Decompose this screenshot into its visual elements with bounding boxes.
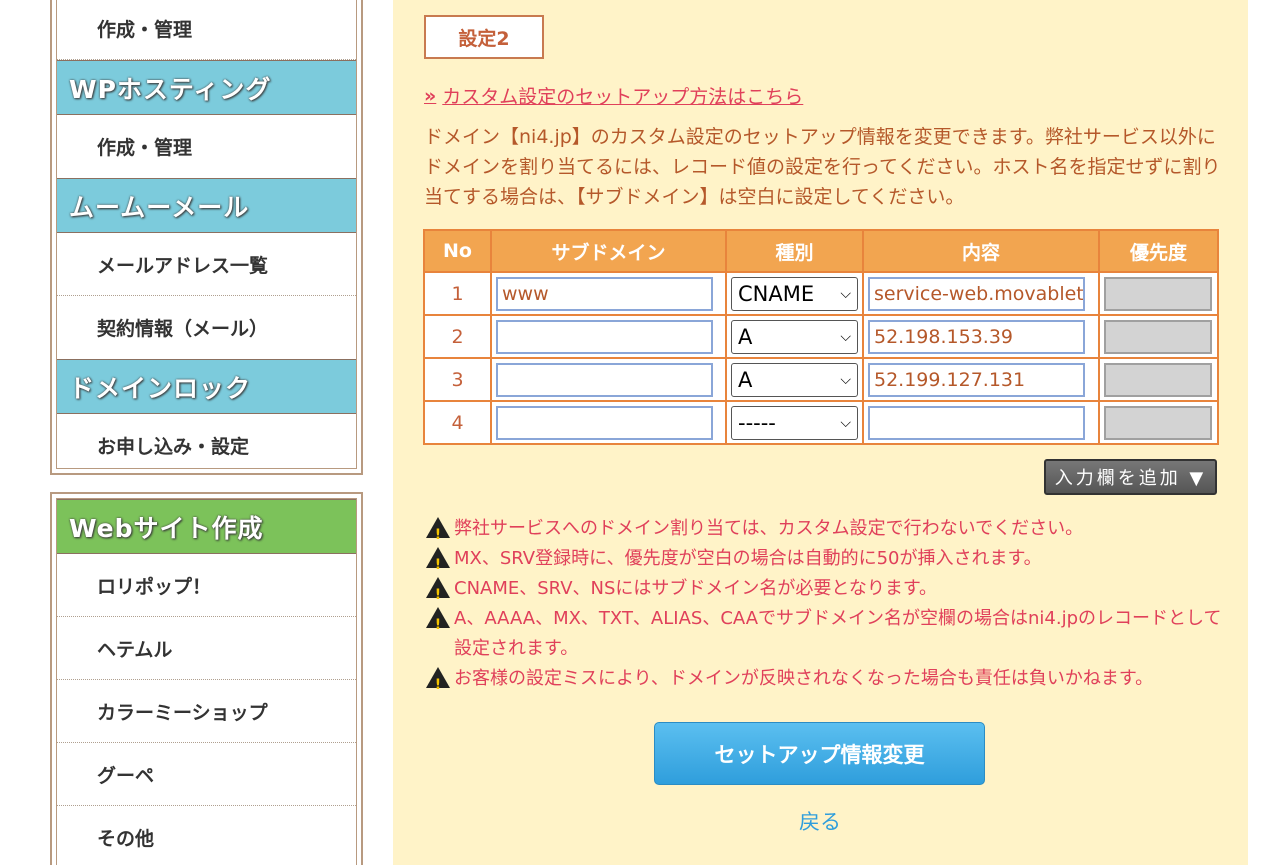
table-row: 1 www CNAME ⌵ service-web.movablet [423,271,1219,316]
priority-input[interactable] [1104,405,1212,440]
setup-guide-link[interactable]: » カスタム設定のセットアップ方法はこちら [424,82,803,109]
sidebar-item-mail-address-list[interactable]: メールアドレス一覧 [57,233,356,296]
sidebar-heading-muumuu-mail: ムームーメール [57,178,356,233]
sidebar-item-wp-create-manage[interactable]: 作成・管理 [57,115,356,178]
sidebar-item-heteml[interactable]: ヘテムル [57,617,356,680]
subdomain-input[interactable] [496,362,713,397]
content-input[interactable] [868,405,1085,440]
content-cell: 52.199.127.131 [862,357,1100,402]
row-number: 4 [423,400,492,445]
warning-note: CNAME、SRV、NSにはサブドメイン名が必要となります。 [426,574,1226,610]
sidebar-item-goope[interactable]: グーペ [57,743,356,806]
table-row: 3 A ⌵ 52.199.127.131 [423,357,1219,402]
warning-note-text: 弊社サービスへのドメイン割り当ては、カスタム設定で行わないでください。 [454,518,1084,539]
sidebar-heading-wp-hosting: WPホスティング [57,60,356,115]
warning-note: お客様の設定ミスにより、ドメインが反映されなくなった場合も責任は負いかねます。 [426,664,1226,700]
sidebar-item-mail-contract[interactable]: 契約情報（メール） [57,296,356,359]
chevron-down-icon: ⌵ [840,414,851,431]
priority-cell [1098,271,1219,316]
back-link[interactable]: 戻る [799,806,841,836]
priority-cell [1098,400,1219,445]
header-no: No [423,229,492,273]
warning-note: A、AAAA、MX、TXT、ALIAS、CAAでサブドメイン名が空欄の場合はni… [426,604,1226,664]
header-type: 種別 [725,229,864,273]
setting-label: 設定2 [424,15,544,59]
double-chevron-right-icon: » [424,84,437,107]
add-input-row-button[interactable]: 入力欄を追加 ▼ [1044,459,1217,495]
content-input[interactable]: 52.198.153.39 [868,319,1085,354]
sidebar-inner: 作成・管理 WPホスティング 作成・管理 ムームーメール メールアドレス一覧 契… [56,0,357,469]
dns-record-table: No サブドメイン 種別 内容 優先度 1 www CNAME ⌵ service… [423,229,1219,445]
setup-guide-link-text[interactable]: カスタム設定のセットアップ方法はこちら [442,82,803,109]
sidebar-item-other[interactable]: その他 [57,806,356,865]
warning-notes: 弊社サービスへのドメイン割り当ては、カスタム設定で行わないでください。 MX、S… [426,514,1226,700]
warning-note-text: お客様の設定ミスにより、ドメインが反映されなくなった場合も責任は負いかねます。 [454,668,1154,689]
sidebar-item-lolipop[interactable]: ロリポップ！ [57,554,356,617]
sidebar-box-website: Webサイト作成 ロリポップ！ ヘテムル カラーミーショップ グーペ その他 [50,492,363,865]
subdomain-input[interactable]: www [496,276,713,311]
warning-icon [426,547,450,580]
row-number: 2 [423,314,492,359]
subdomain-cell [490,357,727,402]
subdomain-cell [490,400,727,445]
sidebar-item-domain-lock-apply[interactable]: お申し込み・設定 [57,414,356,468]
warning-icon [426,577,450,610]
description-text: ドメイン【ni4.jp】のカスタム設定のセットアップ情報を変更できます。弊社サー… [424,126,1221,208]
sidebar-inner-website: Webサイト作成 ロリポップ！ ヘテムル カラーミーショップ グーペ その他 [56,498,357,865]
content-cell: service-web.movablet [862,271,1100,316]
type-select-value: CNAME [738,281,815,306]
sidebar-item-create-manage[interactable]: 作成・管理 [57,0,356,60]
type-select[interactable]: A ⌵ [731,362,858,397]
type-select[interactable]: CNAME ⌵ [731,276,858,311]
sidebar-item-colorme-shop[interactable]: カラーミーショップ [57,680,356,743]
warning-note: 弊社サービスへのドメイン割り当ては、カスタム設定で行わないでください。 [426,514,1226,550]
warning-icon [426,607,450,640]
priority-cell [1098,357,1219,402]
chevron-down-icon: ⌵ [840,328,851,345]
type-select[interactable]: A ⌵ [731,319,858,354]
table-row: 2 A ⌵ 52.198.153.39 [423,314,1219,359]
submit-setup-button[interactable]: セットアップ情報変更 [654,722,985,785]
content-input[interactable]: 52.199.127.131 [868,362,1085,397]
header-priority: 優先度 [1098,229,1219,273]
table-row: 4 ----- ⌵ [423,400,1219,445]
type-select-value: A [738,324,753,349]
warning-note: MX、SRV登録時に、優先度が空白の場合は自動的に50が挿入されます。 [426,544,1226,580]
warning-icon [426,667,450,700]
row-number: 3 [423,357,492,402]
row-number: 1 [423,271,492,316]
subdomain-cell [490,314,727,359]
sidebar-box-services: 作成・管理 WPホスティング 作成・管理 ムームーメール メールアドレス一覧 契… [50,0,363,475]
priority-input[interactable] [1104,362,1212,397]
chevron-down-icon: ⌵ [840,285,851,302]
subdomain-input[interactable] [496,405,713,440]
type-select-value: A [738,367,753,392]
sidebar-heading-website-creation: Webサイト作成 [57,499,356,554]
content-input[interactable]: service-web.movablet [868,276,1085,311]
header-content: 内容 [862,229,1100,273]
subdomain-input[interactable] [496,319,713,354]
warning-note-text: CNAME、SRV、NSにはサブドメイン名が必要となります。 [454,578,938,599]
type-select[interactable]: ----- ⌵ [731,405,858,440]
warning-icon [426,517,450,550]
main-panel: 設定2 » カスタム設定のセットアップ方法はこちら ドメイン【ni4.jp】のカ… [393,0,1248,865]
content-cell: 52.198.153.39 [862,314,1100,359]
header-subdomain: サブドメイン [490,229,727,273]
subdomain-cell: www [490,271,727,316]
priority-input[interactable] [1104,319,1212,354]
type-cell: ----- ⌵ [725,400,864,445]
warning-note-text: A、AAAA、MX、TXT、ALIAS、CAAでサブドメイン名が空欄の場合はni… [454,608,1222,659]
type-select-value: ----- [738,410,776,435]
type-cell: CNAME ⌵ [725,271,864,316]
content-cell [862,400,1100,445]
priority-cell [1098,314,1219,359]
type-cell: A ⌵ [725,357,864,402]
warning-note-text: MX、SRV登録時に、優先度が空白の場合は自動的に50が挿入されます。 [454,548,1042,569]
table-header-row: No サブドメイン 種別 内容 優先度 [423,229,1219,273]
chevron-down-icon: ⌵ [840,371,851,388]
priority-input[interactable] [1104,276,1212,311]
type-cell: A ⌵ [725,314,864,359]
sidebar-heading-domain-lock: ドメインロック [57,359,356,414]
